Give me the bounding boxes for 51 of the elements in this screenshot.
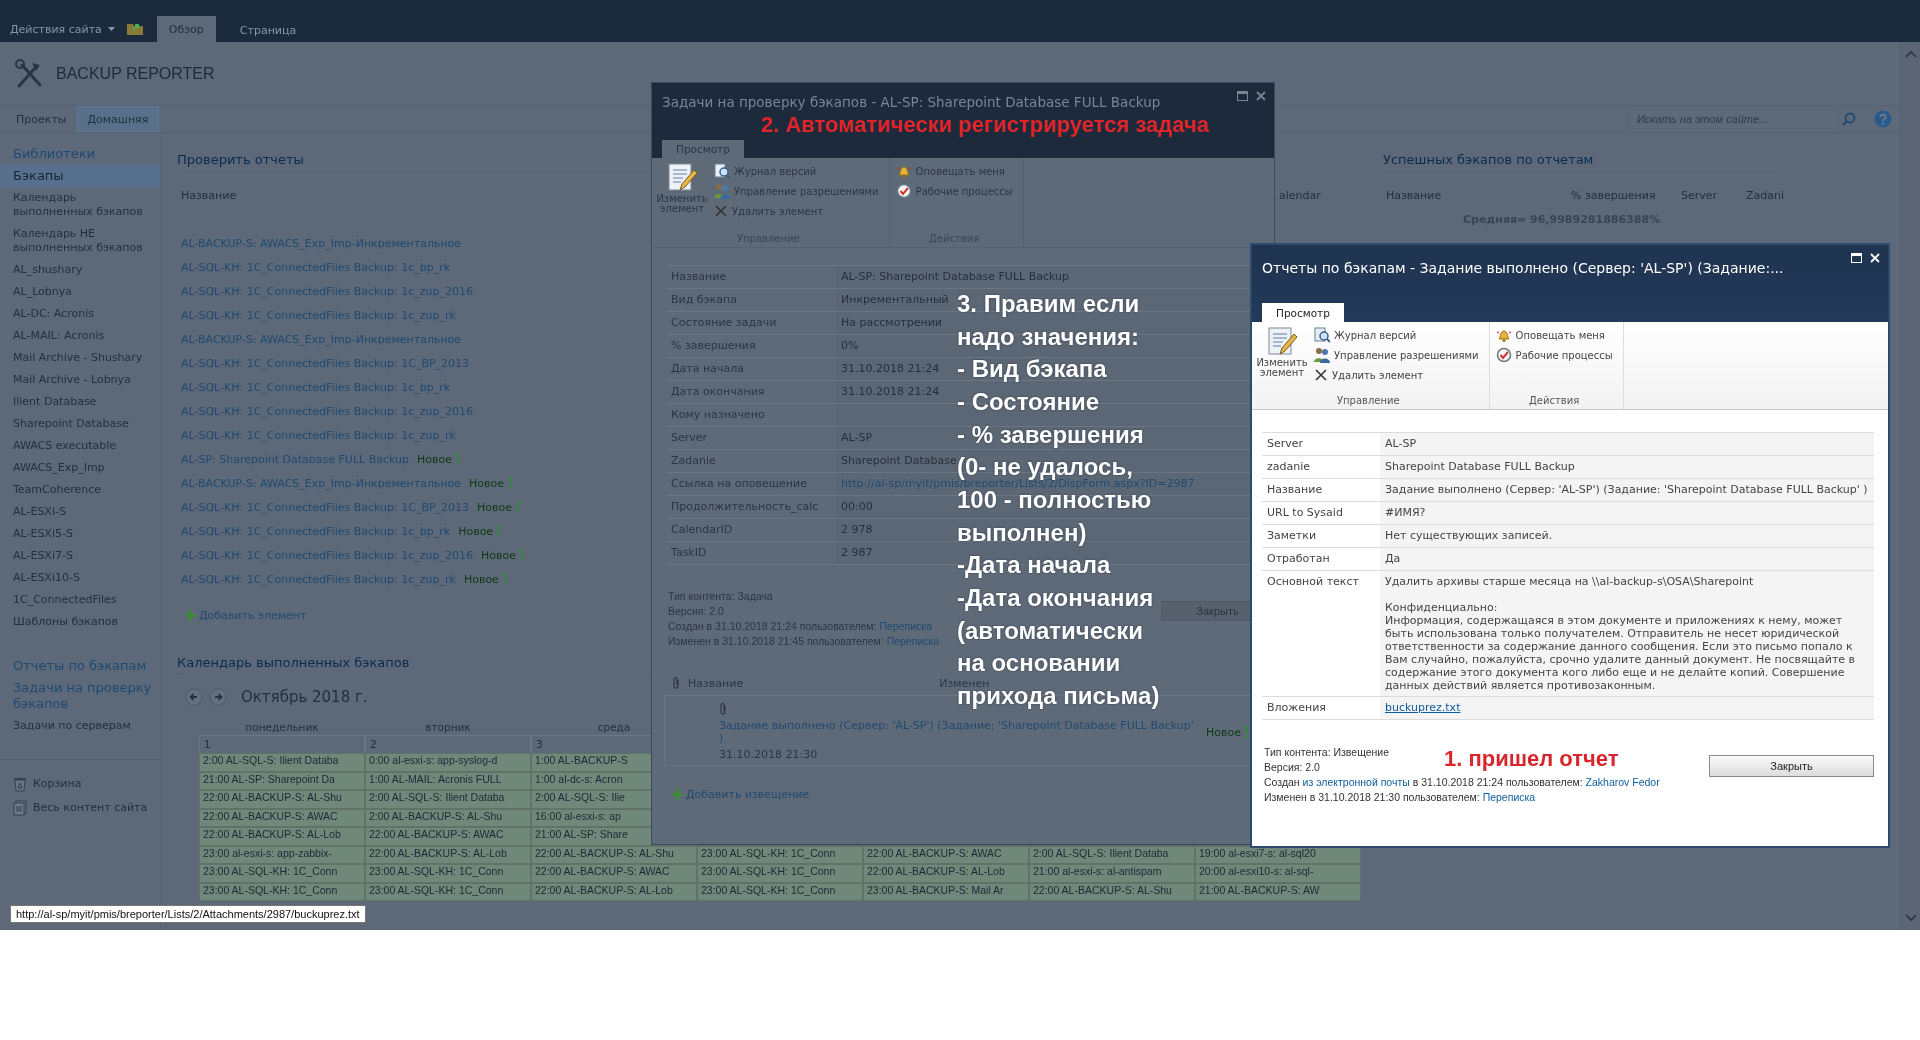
day-number: 3 [536,738,543,750]
month-title: Октябрь 2018 г. [241,688,368,706]
field-value: Sharepoint Database FULL Backup [1380,456,1874,478]
column-header: % завершения [1571,189,1656,202]
dialog-title: Задачи на проверку бэкапов - AL-SP: Sharepoint Database FULL Backup [662,93,1162,111]
new-label: Новое [1206,725,1241,739]
new-label: Новое [417,452,452,466]
ribbon-group-label: Управление [1335,394,1401,408]
section-title: Успешных бэкапов по отчетам [1383,151,1783,171]
field-value: Да [1380,548,1874,570]
site-title: BACKUP REPORTER [56,64,215,83]
field-label: zadanie [1266,459,1312,475]
column-header: Server [1681,189,1718,202]
meta-text: Создан из электронной почты в 31.10.2018 21:24 пользователем: Zakharov Fedor [1264,775,1660,790]
field-value: #ИМЯ? [1380,502,1874,524]
new-label: Новое [469,476,505,490]
new-label: Новое [458,524,494,538]
column-header: alendar [1279,189,1321,202]
field-label: Вложения [1266,700,1327,716]
field-value: Нет существующих записей. [1380,525,1874,547]
meta-text: Версия: 2.0 [1264,760,1320,775]
new-label: Новое [477,500,513,514]
field-value: Задание выполнено (Сервер: 'AL-SP') (Задание: 'Sharepoint Database FULL Backup' ) [1380,479,1874,501]
field-label: Заметки [1266,528,1318,544]
new-label: Новое [481,548,516,562]
field-value: Удалить архивы старше месяца на \\al-backup-s\OSA\Sharepoint Конфиденциально: Информация, содержащаяся в этом документе и приложениях к нему, может быть использована только получателем. Отправитель не несет юридической ответственности за содержание данного сообщения. Если это письмо попало к Вам случайно, пожалуйста, срочно удалите данный документ. Не посвящайте в содержание этого документа кого либо еще и не делайте копий. Совершение данных действий является противозаконным. [1380,571,1874,696]
field-label: Название [1266,482,1324,498]
field-label: URL to Sysaid [1266,505,1344,521]
link-tooltip: http://al-sp/myit/pmis/breporter/Lists/2/Attachments/2987/buckuprez.txt [10,905,366,923]
day-number: 1 [204,738,211,750]
day-number: 2 [370,738,377,750]
meta-text: Изменен в 31.10.2018 21:30 пользователем: Переписка [1264,790,1536,805]
annotation-text: 100 - полностью [957,490,1152,509]
field-label: Отработан [1266,551,1331,567]
column-header: Название [1386,189,1442,202]
weekday-label: среда [597,721,631,733]
dialog-title: Отчеты по бэкапам - Задание выполнено (Сервер: 'AL-SP') (Задание:... [1262,259,1785,277]
new-label: Новое [463,572,499,586]
annotation-text: на основании [957,654,1121,673]
meta-text: Тип контента: Извещение [1264,745,1389,760]
column-header: Название [181,189,237,202]
weekday-label: вторник [425,721,471,733]
annotation-text: 2. Автоматически регистрируется задача [760,111,1210,139]
annotation-text: - Состояние [957,392,1100,411]
field-label: Основной текст [1266,574,1360,590]
ribbon-group-label: Действия [1528,394,1581,408]
field-label: Server [1266,436,1305,452]
weekday-label: понедельник [245,721,319,733]
column-header: Zadani [1746,189,1785,202]
annotation-text: 1. пришел отчет [1444,747,1619,771]
field-value: AL-SP [1380,433,1874,455]
